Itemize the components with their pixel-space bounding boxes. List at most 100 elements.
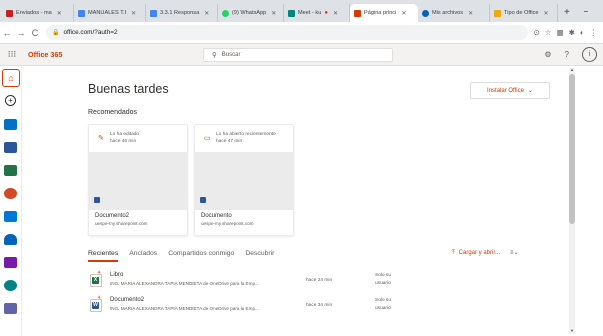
file-sharing: Solo su — [375, 273, 391, 278]
star-icon[interactable]: ☆ — [545, 28, 552, 37]
onedrive-favicon-icon — [422, 9, 429, 17]
microsoft-favicon-icon — [494, 9, 501, 17]
drive-favicon-icon — [150, 9, 157, 17]
word-icon — [94, 197, 100, 203]
browser-tab-meet[interactable]: Meet - ku ● ✕ — [284, 4, 350, 22]
onedrive-icon[interactable] — [4, 234, 17, 245]
recommended-card[interactable]: ▭ Lo ha abierto recientemente hace 47 mi… — [194, 124, 294, 236]
drive-favicon-icon — [78, 9, 85, 17]
folder-icon: ▭ — [204, 135, 211, 142]
home-icon[interactable]: ⌂ — [2, 69, 20, 87]
close-tab-icon[interactable]: ✕ — [204, 10, 209, 17]
file-date: hace 24 min — [306, 278, 333, 283]
card-document-name: Documento — [201, 213, 232, 219]
browser-tab-tipo-office[interactable]: Tipo de Office ✕ — [490, 4, 558, 22]
view-options-button[interactable]: ≡⌄ — [510, 249, 519, 256]
forward-arrow-icon[interactable]: → — [14, 28, 28, 38]
card-time: hace 46 min — [110, 139, 137, 144]
help-icon[interactable]: ? — [565, 50, 569, 59]
close-tab-icon[interactable]: ✕ — [401, 10, 406, 17]
scroll-thumb[interactable] — [569, 74, 575, 224]
new-file-spark-icon: ✳ — [97, 270, 102, 276]
word-icon[interactable] — [4, 142, 17, 153]
app-launcher-icon[interactable]: ⁝⁝⁝ — [0, 49, 24, 60]
browser-tab-manuales[interactable]: MANUALES T.I ✕ — [74, 4, 146, 22]
card-activity: Lo ha abierto recientemente — [216, 132, 276, 137]
tab-compartidos[interactable]: Compartidos conmigo — [168, 250, 234, 262]
browser-tab-enviados[interactable]: Enviados - ma ✕ — [2, 4, 74, 22]
url-input[interactable]: 🔒 office.com/?auth=2 — [46, 25, 528, 40]
tab-descubrir[interactable]: Descubrir — [245, 250, 274, 262]
tab-label: Página princi — [364, 10, 397, 16]
close-tab-icon[interactable]: ✕ — [468, 10, 473, 17]
tab-label: Meet - ku — [298, 10, 322, 16]
minimize-button[interactable]: − — [576, 7, 596, 16]
avatar[interactable]: i — [582, 47, 597, 62]
office-brand[interactable]: Office 365 — [28, 50, 62, 59]
recording-dot-icon: ● — [324, 10, 328, 16]
address-bar-row: ← → C 🔒 office.com/?auth=2 ⊙ ☆ ▦ ✱ ◐ ⋮ — [0, 22, 603, 44]
new-tab-button[interactable]: + — [558, 4, 576, 22]
file-row[interactable]: X ✳ Libro ING. MARIA ALEXANDRA TAPIA MEN… — [88, 270, 540, 294]
onedrive-share-icon[interactable] — [4, 211, 17, 222]
greeting-title: Buenas tardes — [88, 82, 169, 96]
browser-tab-mis-archivos[interactable]: Mis archivos ✕ — [418, 4, 490, 22]
file-tabs: Recientes Anclados Compartidos conmigo D… — [88, 250, 274, 262]
install-office-button[interactable]: Instalar Office ⌄ — [470, 82, 550, 99]
menu-dots-icon[interactable]: ⋮ — [590, 28, 598, 37]
card-activity: Lo ha editado — [110, 132, 140, 137]
tab-label: Enviados - ma — [16, 10, 52, 16]
back-arrow-icon[interactable]: ← — [0, 28, 14, 38]
browser-tab-strip: Enviados - ma ✕ MANUALES T.I ✕ 3.3.1 Res… — [0, 0, 603, 22]
close-tab-icon[interactable]: ✕ — [131, 10, 136, 17]
recommended-card[interactable]: ✎ Lo ha editado hace 46 min Documento2 u… — [88, 124, 188, 236]
extension-icon[interactable]: ▦ — [557, 28, 564, 37]
url-text: office.com/?auth=2 — [63, 29, 118, 36]
window-controls: − □ ✕ — [576, 0, 603, 22]
reload-icon[interactable]: C — [28, 28, 42, 38]
teams-icon[interactable] — [4, 303, 17, 314]
browser-tab-pagina-principal[interactable]: Página princi ✕ — [350, 4, 418, 22]
outlook-icon[interactable] — [4, 119, 17, 130]
onenote-icon[interactable] — [4, 257, 17, 268]
profile-icon[interactable]: ◐ — [580, 28, 585, 37]
scroll-down-icon[interactable]: ▼ — [569, 328, 575, 333]
card-location: uespe-my.sharepoint.com — [201, 221, 254, 226]
recommended-heading: Recomendados — [88, 109, 138, 116]
tab-label: Mis archivos — [432, 10, 464, 16]
tab-recientes[interactable]: Recientes — [88, 250, 119, 262]
create-plus-icon[interactable]: + — [5, 95, 16, 106]
tab-label: MANUALES T.I — [88, 10, 127, 16]
shield-icon[interactable]: ⊙ — [534, 28, 540, 37]
close-tab-icon[interactable]: ✕ — [57, 10, 62, 17]
install-label: Instalar Office — [487, 87, 524, 94]
close-tab-icon[interactable]: ✕ — [271, 10, 276, 17]
extensions-area: ⊙ ☆ ▦ ✱ ◐ ⋮ — [528, 28, 603, 37]
puzzle-icon[interactable]: ✱ — [569, 28, 575, 37]
maximize-button[interactable]: □ — [596, 7, 603, 16]
gmail-favicon-icon — [6, 9, 13, 17]
page-scrollbar[interactable]: ▲ ▼ — [567, 66, 603, 336]
search-placeholder: Buscar — [221, 52, 241, 58]
close-tab-icon[interactable]: ✕ — [544, 10, 549, 17]
tab-anclados[interactable]: Anclados — [129, 250, 157, 262]
close-tab-icon[interactable]: ✕ — [333, 10, 338, 17]
powerpoint-icon[interactable] — [4, 188, 17, 199]
browser-tab-responsa[interactable]: 3.3.1 Responsa ✕ — [146, 4, 218, 22]
file-date: hace 34 min — [306, 303, 333, 308]
file-sharing: usuario — [375, 306, 391, 311]
office-header: ⁝⁝⁝ Office 365 ⚲ Buscar ⚙ ? i — [0, 44, 603, 66]
word-icon — [200, 197, 206, 203]
gear-icon[interactable]: ⚙ — [544, 50, 551, 59]
sharepoint-icon[interactable] — [4, 280, 17, 291]
new-file-spark-icon: ✳ — [97, 295, 102, 301]
search-input[interactable]: ⚲ Buscar — [203, 48, 393, 62]
upload-open-button[interactable]: ⤒ Cargar y abrir... — [452, 250, 500, 257]
upload-label: Cargar y abrir... — [458, 250, 501, 256]
browser-tab-whatsapp[interactable]: (9) WhatsApp ✕ — [218, 4, 284, 22]
excel-icon[interactable] — [4, 165, 17, 176]
file-sharing: usuario — [375, 281, 391, 286]
document-thumbnail — [195, 152, 293, 210]
scroll-up-icon[interactable]: ▲ — [569, 67, 575, 72]
file-row[interactable]: W ✳ Documento2 ING. MARIA ALEXANDRA TAPI… — [88, 295, 540, 319]
